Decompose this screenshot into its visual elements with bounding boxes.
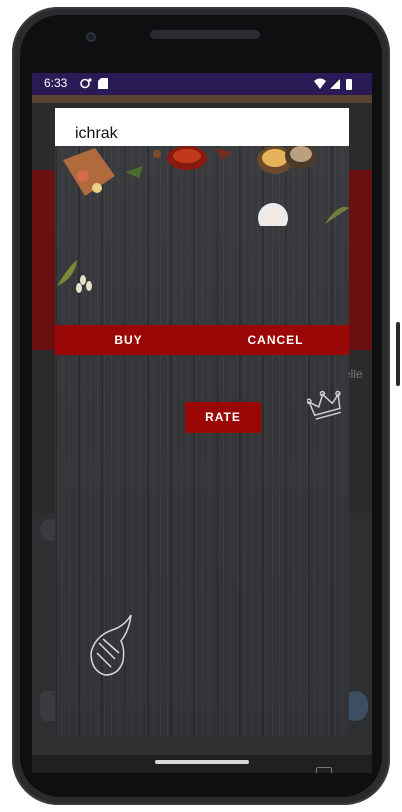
crown-icon [307,390,342,420]
earpiece-speaker [150,30,260,39]
product-dialog: ichrak BUY CANCEL RATE [55,108,349,736]
dialog-button-row: BUY CANCEL [55,325,349,355]
buy-button[interactable]: BUY [55,325,202,355]
status-right-icons [314,78,352,90]
side-button [396,322,400,386]
status-time: 6:33 [44,76,68,90]
home-indicator[interactable] [155,760,249,764]
dialog-title-bar: ichrak [55,108,349,146]
garlic-decoration-image [57,260,92,293]
sd-card-icon [98,78,108,89]
spices-decoration-image [63,146,349,226]
notification-icon [80,78,92,89]
background-header-image [32,95,372,103]
status-bar: 6:33 [32,73,372,95]
rate-button[interactable]: RATE [185,402,261,433]
keyboard-icon[interactable] [316,767,332,773]
cancel-button[interactable]: CANCEL [202,325,349,355]
wifi-icon [314,78,326,89]
navigation-bar: ⌄ [32,755,372,773]
dialog-title: ichrak [75,125,118,142]
chevron-down-icon[interactable]: ⌄ [72,765,84,773]
front-camera [86,32,96,42]
pepper-sketch-icon [90,614,132,676]
device-screen: 6:33 elle ⌄ ichrak BUY CANCEL RATE [32,73,372,773]
signal-icon [330,79,340,89]
battery-icon [346,79,352,90]
